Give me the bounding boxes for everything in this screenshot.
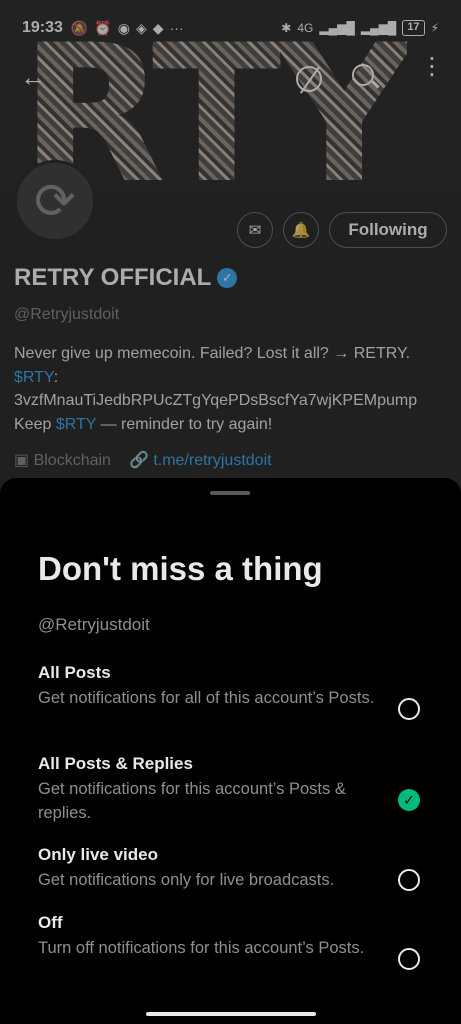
option-only-live-video[interactable]: Only live video Get notifications only f… xyxy=(38,845,438,893)
sheet-account-handle: @Retryjustdoit xyxy=(38,615,150,634)
dim-overlay[interactable] xyxy=(0,0,461,505)
option-description: Get notifications for all of this accoun… xyxy=(38,689,375,707)
option-description: Get notifications only for live broadcas… xyxy=(38,871,335,889)
option-off[interactable]: Off Turn off notifications for this acco… xyxy=(38,913,438,961)
option-title: Only live video xyxy=(38,845,158,864)
radio-all-posts-replies[interactable]: ✓ xyxy=(398,789,420,811)
option-title: All Posts & Replies xyxy=(38,754,193,773)
radio-off[interactable] xyxy=(398,948,420,970)
radio-all-posts[interactable] xyxy=(398,698,420,720)
option-title: All Posts xyxy=(38,663,111,682)
notification-settings-sheet: Don't miss a thing @Retryjustdoit All Po… xyxy=(0,478,461,1024)
sheet-title: Don't miss a thing xyxy=(38,550,323,587)
check-icon: ✓ xyxy=(403,791,415,808)
option-description: Turn off notifications for this account’… xyxy=(38,939,365,957)
option-title: Off xyxy=(38,913,63,932)
option-all-posts-replies[interactable]: All Posts & Replies Get notifications fo… xyxy=(38,754,438,825)
sheet-drag-handle[interactable] xyxy=(210,491,250,495)
radio-only-live-video[interactable] xyxy=(398,869,420,891)
home-indicator[interactable] xyxy=(146,1012,316,1016)
option-all-posts[interactable]: All Posts Get notifications for all of t… xyxy=(38,663,438,711)
option-description: Get notifications for this account’s Pos… xyxy=(38,780,346,822)
